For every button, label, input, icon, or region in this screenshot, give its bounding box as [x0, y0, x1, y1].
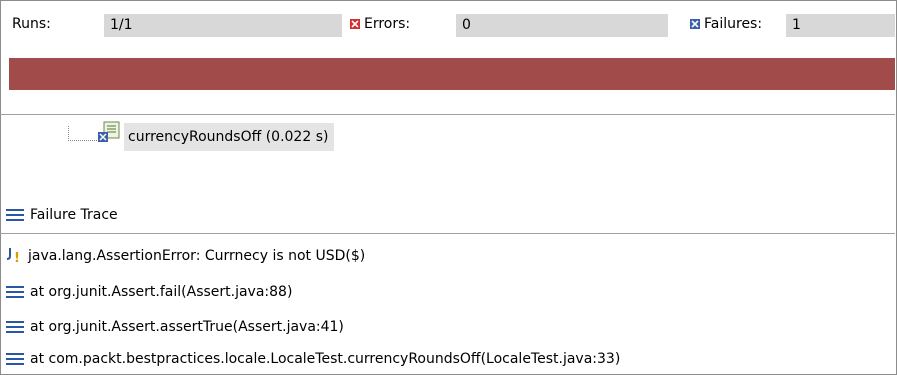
trace-line-text: at org.junit.Assert.assertTrue(Assert.ja… — [30, 319, 344, 335]
trace-line-text: at com.packt.bestpractices.locale.Locale… — [30, 351, 621, 367]
failure-trace-header: Failure Trace — [6, 203, 118, 227]
test-tree-item[interactable] — [98, 120, 126, 153]
test-case-label[interactable]: currencyRoundsOff (0.022 s) — [124, 123, 335, 151]
stack-frame-icon — [6, 320, 24, 334]
failures-label: Failures: — [704, 16, 763, 32]
error-icon — [350, 17, 360, 29]
test-failed-icon — [98, 120, 122, 144]
junit-assertion-icon: ! — [6, 247, 24, 266]
trace-line-text: at org.junit.Assert.fail(Assert.java:88) — [30, 284, 293, 300]
stack-frame-icon — [6, 352, 24, 366]
trace-line[interactable]: ! java.lang.AssertionError: Currnecy is … — [6, 244, 365, 268]
failure-trace-title: Failure Trace — [30, 207, 118, 223]
tree-connector — [68, 126, 97, 141]
junit-stats-bar: Runs: 1/1 Errors: 0 Failures: 1 — [0, 10, 895, 38]
runs-value: 1/1 — [104, 14, 342, 37]
stack-icon — [6, 208, 24, 222]
divider — [0, 233, 895, 234]
failures-label-wrap: Failures: — [690, 16, 762, 32]
errors-label-wrap: Errors: — [350, 16, 410, 32]
failures-value: 1 — [786, 14, 895, 37]
trace-line[interactable]: at org.junit.Assert.fail(Assert.java:88) — [6, 280, 292, 304]
runs-label: Runs: — [12, 16, 51, 32]
svg-text:!: ! — [14, 251, 20, 265]
stack-frame-icon — [6, 285, 24, 299]
failure-icon — [690, 17, 700, 29]
trace-line-text: java.lang.AssertionError: Currnecy is no… — [28, 248, 366, 264]
trace-line[interactable]: at org.junit.Assert.assertTrue(Assert.ja… — [6, 315, 344, 339]
trace-line[interactable]: at com.packt.bestpractices.locale.Locale… — [6, 347, 620, 371]
errors-label: Errors: — [364, 16, 411, 32]
test-progress-bar — [9, 58, 895, 90]
errors-value: 0 — [456, 14, 668, 37]
divider — [0, 114, 895, 115]
